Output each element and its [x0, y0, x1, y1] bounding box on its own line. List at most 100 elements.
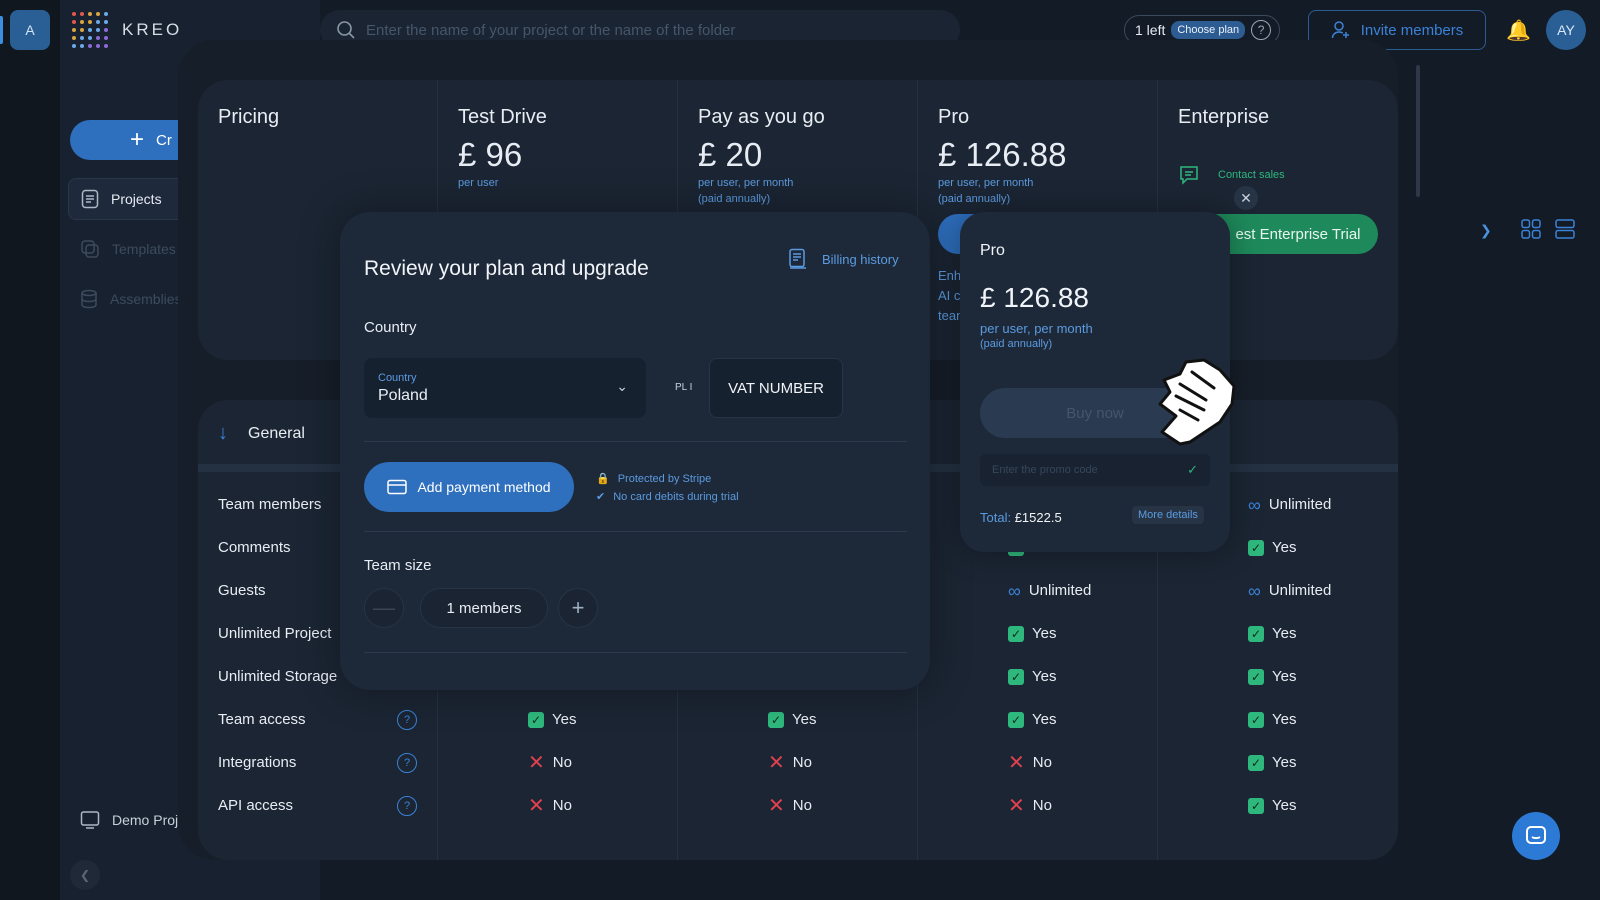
bell-icon[interactable]: 🔔: [1506, 18, 1531, 43]
logo-dots-icon: [72, 12, 108, 48]
chevron-left-icon: ❮: [79, 868, 91, 882]
workspace-avatar[interactable]: A: [10, 10, 50, 50]
modal-title: Review your plan and upgrade: [364, 257, 649, 280]
plan-price-payg: £ 20: [698, 136, 763, 173]
collapse-sidebar-button[interactable]: ❮: [70, 860, 100, 890]
billing-history-link[interactable]: Billing history: [788, 248, 899, 270]
plan-price-pro: £ 126.88: [938, 136, 1067, 173]
infinity-icon: ∞: [1248, 494, 1261, 515]
feature-cell: ✕ No: [768, 753, 812, 773]
cross-icon: ✕: [1008, 751, 1025, 774]
sidebar-item-label: Projects: [111, 191, 162, 207]
country-value: Poland: [378, 387, 428, 404]
plan-paid-pro: (paid annually): [938, 193, 1011, 205]
feature-cell: ✕ No: [1008, 751, 1052, 774]
feature-label: Team members: [218, 496, 322, 513]
chat-support-button[interactable]: [1512, 812, 1560, 860]
feature-value: Yes: [1272, 625, 1297, 642]
country-field-label: Country: [378, 372, 417, 384]
feature-cell: ✓ Yes: [1008, 668, 1056, 685]
feature-value: No: [1032, 797, 1052, 814]
help-icon[interactable]: ?: [1251, 20, 1272, 40]
feature-cell: ✓ Yes: [1248, 711, 1296, 728]
feature-cell: ∞ Unlimited: [1008, 580, 1092, 601]
feature-value: Unlimited: [1028, 582, 1092, 599]
plan-left-text: 1 left: [1135, 22, 1166, 38]
more-details-button[interactable]: More details: [1132, 506, 1204, 524]
demo-project-label: Demo Proje: [112, 812, 186, 828]
feature-label: Team access: [218, 711, 306, 728]
sidebar-item-label: Assemblies: [110, 291, 182, 307]
add-user-icon: [1331, 21, 1349, 39]
feature-cell: ✓ Yes: [1248, 668, 1296, 685]
check-icon: ✓: [1248, 711, 1264, 728]
increase-members-button[interactable]: +: [558, 588, 598, 628]
feature-value: Yes: [792, 711, 817, 728]
feature-value: Yes: [1032, 668, 1057, 685]
plus-icon: +: [130, 126, 145, 153]
total-row: Total: £1522.5: [980, 510, 1062, 525]
feature-cell: ∞ Unlimited: [1248, 494, 1331, 515]
vat-number-field[interactable]: VAT NUMBER: [709, 358, 843, 418]
check-icon: ✓: [1248, 754, 1264, 771]
decrease-members-button[interactable]: —: [364, 588, 404, 628]
user-avatar[interactable]: AY: [1546, 10, 1586, 50]
cross-icon: ✕: [528, 794, 545, 817]
help-icon[interactable]: ?: [397, 753, 417, 773]
plan-name-payg: Pay as you go: [698, 106, 825, 128]
promo-code-input[interactable]: Enter the promo code ✓: [980, 454, 1210, 486]
help-icon[interactable]: ?: [397, 710, 417, 730]
feature-cell: ✕ No: [768, 794, 812, 817]
contact-sales-link[interactable]: Contact sales: [1178, 164, 1285, 186]
feature-cell: ✕ No: [528, 753, 572, 773]
plan-paid-payg: (paid annually): [698, 193, 771, 205]
check-icon[interactable]: ✓: [1187, 462, 1198, 478]
help-icon[interactable]: ?: [397, 796, 417, 816]
receipt-icon: [789, 248, 806, 269]
hand-pointer-icon: [1158, 358, 1236, 446]
add-payment-button[interactable]: Add payment method: [364, 462, 574, 512]
vat-prefix: PL I: [675, 382, 693, 393]
plan-name-test-drive: Test Drive: [458, 106, 547, 128]
general-section-toggle[interactable]: ↓ General: [218, 422, 305, 445]
feature-cell: ∞ Unlimited: [1248, 582, 1331, 600]
check-icon: ✓: [1008, 668, 1024, 685]
database-icon: [81, 289, 97, 309]
sidebar-item-label: Templates: [112, 241, 176, 257]
document-icon: [81, 189, 99, 209]
check-icon: ✓: [1248, 625, 1264, 642]
demo-project-link[interactable]: Demo Proje: [80, 810, 186, 830]
enterprise-trial-button[interactable]: est Enterprise Trial: [1212, 214, 1378, 254]
plan-name-enterprise: Enterprise: [1178, 106, 1270, 128]
upgrade-modal: Review your plan and upgrade Billing his…: [340, 212, 930, 690]
feature-label: Unlimited Project: [218, 625, 332, 642]
feature-cell: ✓ Yes: [528, 711, 576, 728]
search-input[interactable]: Enter the name of your project or the na…: [366, 22, 735, 39]
feature-cell: ✓ Yes: [1008, 711, 1056, 728]
feature-label: Guests: [218, 582, 266, 599]
brand-logo[interactable]: KREO: [72, 12, 182, 48]
grid-view-icon[interactable]: [1520, 218, 1542, 240]
country-section-label: Country: [364, 319, 417, 336]
choose-plan-button[interactable]: Choose plan: [1171, 21, 1246, 39]
feature-cell: ✓ Yes: [1248, 797, 1296, 814]
check-icon: ✓: [1248, 668, 1264, 685]
feature-value: No: [1032, 754, 1052, 771]
check-icon: ✓: [768, 711, 784, 728]
feature-value: Yes: [1272, 668, 1297, 685]
plan-per-payg: per user, per month: [698, 177, 794, 189]
feature-value: Yes: [1272, 539, 1297, 556]
feature-value: Yes: [1272, 711, 1297, 728]
scrollbar[interactable]: [1416, 65, 1420, 197]
general-label: General: [248, 424, 305, 442]
chevron-right-icon[interactable]: ❯: [1480, 222, 1492, 239]
no-debits-text: No card debits during trial: [613, 491, 739, 503]
cross-icon: ✕: [768, 794, 785, 817]
chat-icon: [1180, 166, 1198, 185]
contact-sales-label: Contact sales: [1218, 169, 1285, 181]
country-select[interactable]: Country Poland ⌄: [364, 358, 646, 418]
infinity-icon: ∞: [1008, 580, 1021, 601]
cross-icon: ✕: [1008, 794, 1025, 817]
close-icon[interactable]: ✕: [1234, 186, 1258, 210]
list-view-icon[interactable]: [1554, 218, 1576, 240]
